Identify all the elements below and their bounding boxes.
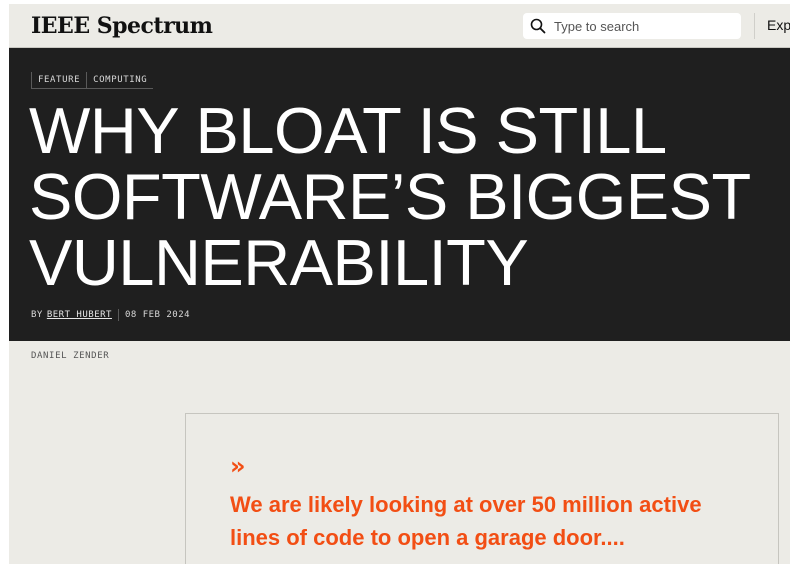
article-tags: FEATURE COMPUTING <box>31 72 154 89</box>
tag-feature[interactable]: FEATURE <box>31 72 87 89</box>
article-hero: FEATURE COMPUTING WHY BLOAT IS STILL SOF… <box>9 48 790 341</box>
pull-quote: » We are likely looking at over 50 milli… <box>185 413 779 564</box>
explore-menu-button[interactable]: Exp <box>767 17 790 33</box>
byline-prefix: BY <box>31 310 43 320</box>
search-input[interactable] <box>554 13 734 39</box>
image-credit: DANIEL ZENDER <box>31 351 110 361</box>
search-icon[interactable] <box>530 18 546 34</box>
site-header: IEEE Spectrum Exp <box>9 4 790 48</box>
site-logo[interactable]: IEEE Spectrum <box>31 13 213 39</box>
article-headline: WHY BLOAT IS STILL SOFTWARE’S BIGGEST VU… <box>29 94 750 299</box>
double-chevron-right-icon: » <box>230 452 246 480</box>
tag-computing[interactable]: COMPUTING <box>86 72 154 89</box>
page: IEEE Spectrum Exp FEATURE COMPUTING WHY … <box>9 4 790 564</box>
pull-quote-text: We are likely looking at over 50 million… <box>230 492 702 550</box>
publish-date: 08 FEB 2024 <box>124 310 191 320</box>
header-divider <box>754 13 755 39</box>
byline: BY BERT HUBERT 08 FEB 2024 <box>31 309 190 321</box>
author-link[interactable]: BERT HUBERT <box>47 310 112 320</box>
search-box[interactable] <box>523 13 741 39</box>
byline-divider <box>117 309 119 321</box>
